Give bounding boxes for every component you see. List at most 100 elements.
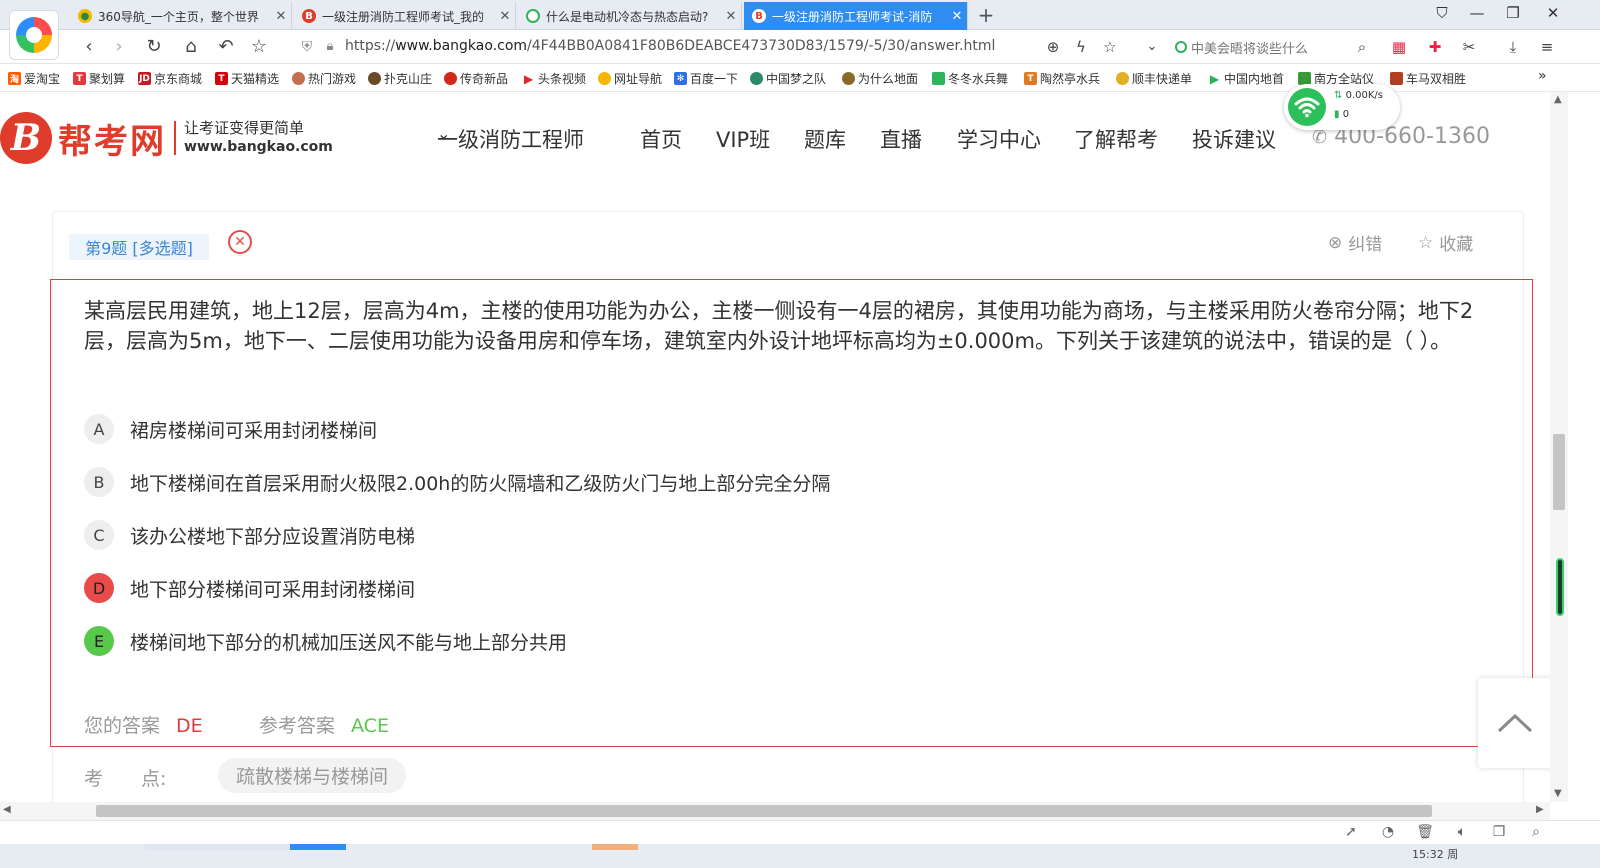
tab-title: 360导航_一个主页，整个世界 (98, 9, 259, 24)
bookmark-label: 扑克山庄 (384, 72, 433, 86)
zoom-icon[interactable]: ⌕ (1526, 824, 1546, 840)
scroll-down-icon[interactable]: ▼ (1554, 788, 1562, 799)
back-icon[interactable]: ‹ (78, 36, 100, 57)
side-widget-handle[interactable] (1556, 558, 1564, 616)
bookmark-item[interactable]: 车马双相胜 (1390, 70, 1466, 87)
bookmark-icon: T (215, 72, 228, 85)
url-field[interactable]: https://www.bangkao.com/4F44BB0A0841F80B… (345, 38, 995, 54)
browser-tab-1[interactable]: ● 360导航_一个主页，整个世界 ✕ (70, 2, 292, 30)
undo-icon[interactable]: ↶ (215, 36, 237, 57)
star-icon[interactable]: ☆ (248, 36, 270, 57)
taskbar-item[interactable] (592, 844, 638, 850)
close-window-icon[interactable]: ✕ (1538, 4, 1568, 22)
option-d[interactable]: D 地下部分楼梯间可采用封闭楼梯间 (84, 573, 415, 603)
nav-item-question-bank[interactable]: 题库 (804, 124, 846, 154)
bookmark-item[interactable]: 淘爱淘宝 (8, 70, 60, 87)
minimize-icon[interactable]: — (1462, 4, 1492, 22)
bookmark-item[interactable]: ▶ 中国内地首 (1208, 70, 1284, 87)
bookmark-item[interactable]: ▶ 头条视频 (522, 70, 586, 87)
bookmark-item[interactable]: T 聚划算 (73, 70, 125, 87)
option-e[interactable]: E 楼梯间地下部分的机械加压送风不能与地上部分共用 (84, 626, 567, 656)
nav-item-complaint[interactable]: 投诉建议 (1192, 124, 1276, 154)
option-a[interactable]: A 裙房楼梯间可采用封闭楼梯间 (84, 414, 377, 444)
nav-item-live[interactable]: 直播 (880, 124, 922, 154)
tab-title: 什么是电动机冷态与热态启动? (546, 9, 709, 24)
reload-icon[interactable]: ↻ (143, 36, 165, 57)
window-icon[interactable]: ❐ (1489, 824, 1509, 840)
forward-icon[interactable]: › (108, 36, 130, 57)
scroll-left-icon[interactable]: ◀ (3, 804, 11, 815)
nav-item-home[interactable]: 首页 (640, 124, 682, 154)
bookmark-item[interactable]: JD 京东商城 (138, 70, 202, 87)
new-tab-button[interactable]: + (975, 3, 997, 27)
close-icon[interactable]: ✕ (495, 9, 515, 24)
bookmark-item[interactable]: 网址导航 (598, 70, 662, 87)
bookmarks-more[interactable]: » (1538, 68, 1547, 84)
browser-tab-3[interactable]: 什么是电动机冷态与热态启动? ✕ (518, 2, 742, 30)
nav-item-vip[interactable]: VIP班 (716, 124, 770, 154)
favorite-button[interactable]: ☆ 收藏 (1418, 230, 1473, 256)
bookmark-item[interactable]: ✻ 百度一下 (674, 70, 738, 87)
bookmark-icon: T (73, 72, 86, 85)
favorite-icon[interactable]: ☆ (1099, 38, 1121, 56)
network-widget[interactable]: ⇅ 0.00K/s ▮ 0 (1284, 84, 1400, 130)
bookmark-item[interactable]: 扑克山庄 (368, 70, 432, 87)
bookmark-icon: T (1024, 72, 1037, 85)
question-tag: 第9题 [多选题] (69, 234, 209, 260)
dropdown-icon[interactable]: ⌄ (1141, 39, 1163, 54)
menu-icon[interactable]: ≡ (1536, 38, 1558, 56)
taskbar-item[interactable] (290, 844, 346, 850)
bookmark-item[interactable]: T 陶然亭水兵 (1024, 70, 1100, 87)
zoom-icon[interactable]: ⊕ (1042, 38, 1064, 56)
close-icon[interactable]: ✕ (721, 9, 741, 24)
option-text: 地下楼梯间在首层采用耐火极限2.00h的防火隔墙和乙级防火门与地上部分完全分隔 (130, 472, 831, 495)
scissors-icon[interactable]: ✂ (1458, 38, 1480, 56)
rocket-icon[interactable]: ➚ (1341, 824, 1361, 840)
lightning-icon[interactable]: ϟ (1070, 38, 1092, 56)
home-icon[interactable]: ⌂ (180, 36, 202, 57)
skin-icon[interactable]: ⛉ (1427, 4, 1457, 22)
option-c[interactable]: C 该办公楼地下部分应设置消防电梯 (84, 520, 415, 550)
device-icon: ▮ (1334, 109, 1340, 120)
nav-item-study-center[interactable]: 学习中心 (957, 124, 1041, 154)
option-b[interactable]: B 地下楼梯间在首层采用耐火极限2.00h的防火隔墙和乙级防火门与地上部分完全分… (84, 467, 830, 497)
taskbar-item[interactable] (145, 844, 290, 850)
search-input[interactable]: 中美会晤将谈些什么 (1175, 36, 1370, 58)
nav-item-about[interactable]: 了解帮考 (1074, 124, 1158, 154)
bookmark-item[interactable]: T 天猫精选 (215, 70, 279, 87)
bookmark-item[interactable]: 为什么地面 (842, 70, 918, 87)
site-logo[interactable]: B 帮考网 让考证变得更简单 www.bangkao.com (0, 112, 333, 164)
browser-tab-2[interactable]: B 一级注册消防工程师考试_我的 ✕ (294, 2, 516, 30)
knowledge-point-tag[interactable]: 疏散楼梯与楼梯间 (218, 758, 407, 793)
download-icon[interactable]: ⤓ (1502, 38, 1524, 56)
close-icon[interactable]: ✕ (271, 9, 291, 24)
apps-icon[interactable]: ▦ (1388, 38, 1410, 56)
restore-icon[interactable]: ❐ (1498, 4, 1528, 22)
bookmark-item[interactable]: 传奇新品 (444, 70, 508, 87)
bookmark-item[interactable]: 热门游戏 (292, 70, 356, 87)
bookmark-item[interactable]: 中国梦之队 (750, 70, 826, 87)
option-letter: D (84, 573, 114, 603)
browser-logo[interactable] (9, 10, 59, 60)
lock-icon: 🔒︎ (326, 39, 334, 54)
report-error-button[interactable]: ⊗ 纠错 (1328, 230, 1382, 256)
speed-icon[interactable]: ◔ (1378, 824, 1398, 840)
search-icon[interactable]: ⌕ (1351, 38, 1373, 56)
bookmark-item[interactable]: 顺丰快递单 (1116, 70, 1192, 87)
knowledge-point-label: 考 点: (84, 768, 167, 790)
game-icon[interactable]: ✚ (1424, 38, 1446, 56)
horizontal-scrollbar[interactable]: ◀ ▶ (0, 802, 1550, 820)
trash-icon[interactable]: 🗑︎ (1415, 824, 1435, 840)
bookmark-item[interactable]: 冬冬水兵舞 (932, 70, 1008, 87)
vertical-scroll-thumb[interactable] (1553, 434, 1565, 510)
scroll-right-icon[interactable]: ▶ (1536, 804, 1544, 815)
browser-tab-4[interactable]: B 一级注册消防工程师考试-消防 ✕ (744, 2, 968, 30)
net-speed-value: 0.00K/s (1345, 90, 1383, 101)
back-to-top-button[interactable] (1478, 678, 1552, 768)
horizontal-scroll-thumb[interactable] (96, 805, 1432, 817)
vertical-scrollbar[interactable]: ▲ ▼ (1550, 92, 1568, 802)
scroll-up-icon[interactable]: ▲ (1554, 94, 1562, 105)
close-icon[interactable]: ✕ (947, 9, 967, 24)
volume-icon[interactable]: 🔈︎ (1452, 824, 1472, 840)
status-bar: ➚ ◔ 🗑︎ 🔈︎ ❐ ⌕ (0, 820, 1600, 844)
